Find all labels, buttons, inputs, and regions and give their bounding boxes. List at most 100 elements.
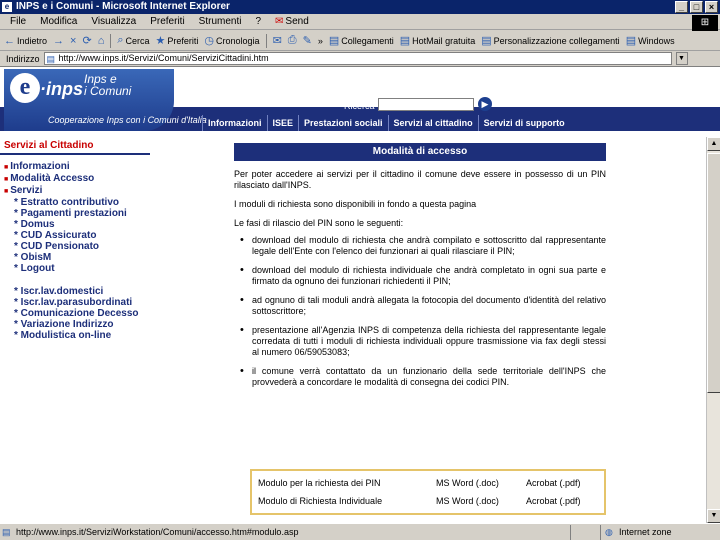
site-search-go-button[interactable]: ▶ — [478, 97, 492, 111]
send-icon: ✉ — [275, 16, 284, 27]
edit-button[interactable]: ✎ — [303, 34, 312, 47]
scroll-thumb[interactable] — [707, 153, 720, 393]
banner-subtitle: Cooperazione Inps con i Comuni d'Italia — [48, 115, 207, 125]
content-paragraph: Per poter accedere ai servizi per il cit… — [234, 169, 606, 190]
status-panel — [570, 524, 600, 540]
link-label: Personalizzazione collegamenti — [493, 35, 620, 46]
sidebar-item-modalita-accesso[interactable]: Modalità Accesso — [0, 173, 160, 185]
logo-tagline: Inps e i Comuni — [84, 73, 131, 97]
sidebar-item-servizi[interactable]: Servizi — [0, 185, 160, 197]
scroll-up-button[interactable]: ▲ — [707, 137, 720, 151]
menu-edit[interactable]: Modifica — [40, 16, 77, 27]
send-button[interactable]: ✉ Send — [275, 16, 309, 27]
form-word-link[interactable]: MS Word (.doc) — [436, 475, 499, 491]
link-hotmail[interactable]: ▤ HotMail gratuita — [400, 34, 475, 47]
sidebar-item-estratto-contributivo[interactable]: Estratto contributivo — [0, 197, 160, 208]
menu-tools[interactable]: Strumenti — [199, 16, 242, 27]
link-label: Windows — [638, 35, 675, 46]
address-bar: Indirizzo ▤ http://www.inps.it/Servizi/C… — [0, 51, 720, 67]
status-url: ▤ http://www.inps.it/ServiziWorkstation/… — [0, 527, 570, 537]
nav-servizi-cittadino[interactable]: Servizi al cittadino — [387, 115, 478, 131]
logo-tagline-line2: i Comuni — [84, 84, 132, 98]
sidebar-item-domus[interactable]: Domus — [0, 219, 160, 230]
links-more-button[interactable]: » — [318, 36, 323, 46]
address-value: http://www.inps.it/Servizi/Comuni/Serviz… — [58, 53, 269, 63]
nav-isee[interactable]: ISEE — [266, 115, 299, 131]
status-zone-text: Internet zone — [619, 526, 672, 537]
nav-prestazioni-sociali[interactable]: Prestazioni sociali — [298, 115, 388, 131]
search-button[interactable]: ⌕ Cerca — [117, 34, 149, 47]
table-row: Modulo di Richiesta Individuale MS Word … — [258, 493, 602, 509]
print-button[interactable]: ⎙ — [288, 34, 297, 47]
menubar: File Modifica Visualizza Preferiti Strum… — [0, 14, 720, 30]
toolbar-separator — [110, 33, 112, 48]
link-personalizzazione[interactable]: ▤ Personalizzazione collegamenti — [481, 34, 619, 47]
link-windows[interactable]: ▤ Windows — [626, 34, 675, 47]
ie-icon: e — [2, 2, 12, 12]
globe-icon: ◍ — [605, 526, 613, 537]
site-search-input[interactable] — [378, 98, 474, 111]
forms-download-box: Modulo per la richiesta dei PIN MS Word … — [250, 469, 606, 515]
vertical-scrollbar[interactable]: ▲ ▼ — [706, 137, 720, 523]
sidebar-item-iscr-lav-domestici[interactable]: Iscr.lav.domestici — [0, 286, 160, 297]
minimize-button[interactable]: _ — [675, 1, 688, 13]
sidebar-item-cud-pensionato[interactable]: CUD Pensionato — [0, 241, 160, 252]
menu-view[interactable]: Visualizza — [91, 16, 136, 27]
back-arrow-icon: ← — [4, 34, 15, 47]
stop-icon: × — [70, 34, 77, 47]
menu-help[interactable]: ? — [255, 16, 261, 27]
refresh-button[interactable]: ⟳ — [82, 34, 91, 47]
history-button[interactable]: ◷ Cronologia — [204, 34, 259, 47]
content-heading: Modalità di accesso — [234, 143, 606, 161]
logo-inps-text: ·inps — [40, 79, 83, 99]
back-button[interactable]: ← Indietro — [4, 35, 47, 47]
home-button[interactable]: ⌂ — [98, 35, 105, 47]
nav-servizi-supporto[interactable]: Servizi di supporto — [477, 115, 570, 131]
search-label: Cerca — [125, 35, 150, 46]
list-item: download del modulo di richiesta che and… — [240, 235, 606, 257]
link-page-icon: ▤ — [399, 35, 411, 47]
sidebar-item-obism[interactable]: ObisM — [0, 252, 160, 263]
table-row: Modulo per la richiesta dei PIN MS Word … — [258, 475, 602, 491]
maximize-button[interactable]: □ — [690, 1, 703, 13]
list-item: il comune verrà contattato da un funzion… — [240, 366, 606, 388]
address-dropdown-button[interactable]: ▼ — [675, 52, 688, 65]
menu-file[interactable]: File — [10, 16, 26, 27]
status-bar: ▤ http://www.inps.it/ServiziWorkstation/… — [0, 523, 720, 540]
site-banner: e ·inps Inps e i Comuni Cooperazione Inp… — [0, 67, 720, 131]
sidebar-item-variazione-indirizzo[interactable]: Variazione Indirizzo — [0, 319, 160, 330]
address-label: Indirizzo — [6, 53, 40, 64]
sidebar-item-informazioni[interactable]: Informazioni — [0, 161, 160, 173]
link-page-icon: ▤ — [328, 35, 340, 47]
link-label: HotMail gratuita — [412, 35, 476, 46]
sidebar-item-pagamenti-prestazioni[interactable]: Pagamenti prestazioni — [0, 208, 160, 219]
menu-favorites[interactable]: Preferiti — [150, 16, 184, 27]
print-icon: ⎙ — [287, 34, 297, 46]
link-collegamenti[interactable]: ▤ Collegamenti — [329, 34, 394, 47]
sidebar-item-cud-assicurato[interactable]: CUD Assicurato — [0, 230, 160, 241]
stop-button[interactable]: × — [70, 35, 76, 47]
address-input[interactable]: ▤ http://www.inps.it/Servizi/Comuni/Serv… — [43, 52, 672, 65]
close-button[interactable]: × — [705, 1, 718, 13]
toolbar: ← Indietro → × ⟳ ⌂ ⌕ Cerca ★ Preferiti ◷… — [0, 31, 720, 51]
forward-button[interactable]: → — [53, 35, 64, 47]
send-label: Send — [285, 16, 309, 27]
sidebar-item-iscr-lav-parasubordinati[interactable]: Iscr.lav.parasubordinati — [0, 297, 160, 308]
form-name: Modulo per la richiesta dei PIN — [258, 478, 381, 488]
nav-informazioni[interactable]: Informazioni — [202, 115, 267, 131]
scroll-down-button[interactable]: ▼ — [707, 509, 720, 523]
sidebar-item-logout[interactable]: Logout — [0, 263, 160, 274]
form-name: Modulo di Richiesta Individuale — [258, 496, 383, 506]
mail-button[interactable]: ✉ — [273, 34, 282, 47]
toolbar-separator — [265, 33, 267, 48]
favorites-button[interactable]: ★ Preferiti — [156, 34, 199, 47]
sidebar-item-modulistica-online[interactable]: Modulistica on-line — [0, 330, 160, 341]
windows-logo-icon: ⊞ — [692, 15, 718, 31]
form-pdf-link[interactable]: Acrobat (.pdf) — [526, 493, 581, 509]
form-pdf-link[interactable]: Acrobat (.pdf) — [526, 475, 581, 491]
form-word-link[interactable]: MS Word (.doc) — [436, 493, 499, 509]
sidebar-item-comunicazione-decesso[interactable]: Comunicazione Decesso — [0, 308, 160, 319]
link-label: Collegamenti — [341, 35, 394, 46]
home-icon: ⌂ — [97, 34, 105, 47]
logo-e: e — [10, 73, 40, 103]
